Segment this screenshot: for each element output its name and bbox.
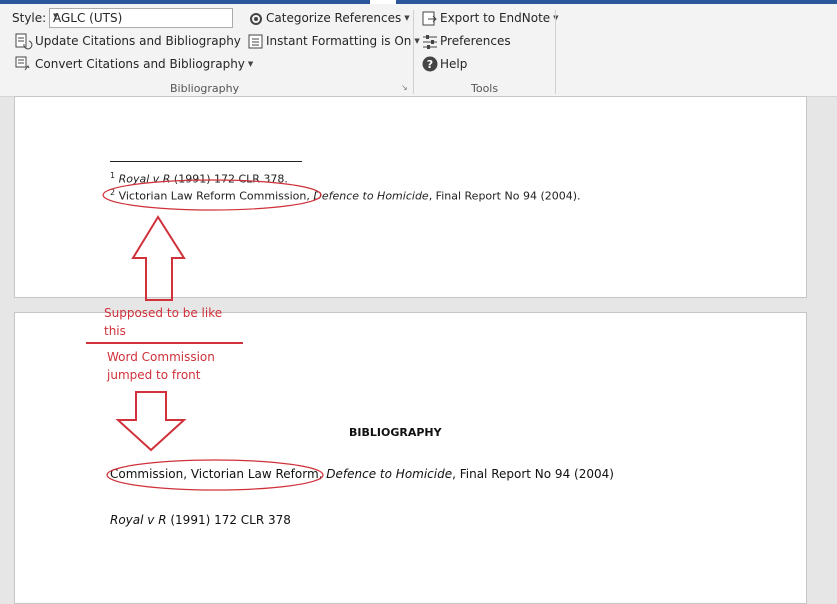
annotation-ellipse-footnote [102, 179, 322, 211]
up-arrow-icon [131, 215, 186, 301]
annotation-ellipse-bibliography [106, 459, 324, 491]
annotation-note-2: Word Commission jumped to front [107, 350, 215, 382]
annotation-overlay [86, 179, 324, 491]
annotation-note-1: Supposed to be like this [104, 306, 223, 338]
down-arrow-icon [115, 391, 187, 452]
